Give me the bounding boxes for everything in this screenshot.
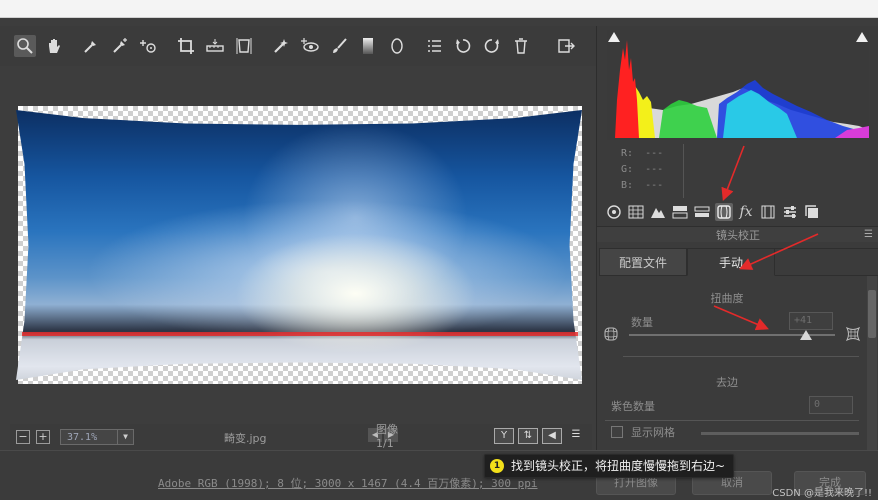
- show-grid-checkbox[interactable]: [611, 426, 623, 438]
- canvas-status-bar: − + 37.1% ▼ 畸变.jpg ◀ ▶ 图像 1/1 Y ⇅ ◀ ☰: [10, 423, 592, 450]
- lens-correction-icon[interactable]: [715, 203, 733, 221]
- red-eye-icon[interactable]: [299, 35, 321, 57]
- tab-profile[interactable]: 配置文件: [599, 248, 687, 276]
- tab-filler: [775, 248, 878, 276]
- r-value: ---: [645, 148, 664, 159]
- distortion-group-title: 扭曲度: [710, 292, 744, 305]
- b-label: B:: [621, 180, 634, 191]
- crop-icon[interactable]: [175, 35, 197, 57]
- image-counter: 图像 1/1: [376, 422, 398, 450]
- footer-bar: Adobe RGB (1998); 8 位; 3000 x 1467 (4.4 …: [0, 450, 878, 500]
- tone-curve-icon[interactable]: [627, 203, 645, 221]
- workflow-options-link[interactable]: Adobe RGB (1998); 8 位; 3000 x 1467 (4.4 …: [158, 475, 538, 491]
- toolbar: [0, 26, 596, 66]
- hsl-icon[interactable]: [671, 203, 689, 221]
- zoom-value: 37.1%: [67, 431, 98, 443]
- right-panel: R: --- G: --- B: --- fx 镜头校正 ☰ 配置文件 手动 扭…: [596, 26, 878, 450]
- presets-icon[interactable]: [781, 203, 799, 221]
- distortion-slider-thumb[interactable]: [800, 330, 813, 340]
- before-after-icon[interactable]: Y: [494, 428, 514, 444]
- grid-size-slider[interactable]: [701, 432, 859, 435]
- hand-tool-icon[interactable]: [43, 35, 65, 57]
- view-settings-icon[interactable]: ☰: [566, 428, 586, 444]
- snapshots-icon[interactable]: [803, 203, 821, 221]
- distorted-photo: [16, 110, 582, 380]
- barrel-distortion-icon: [604, 327, 618, 341]
- zoom-out-button[interactable]: −: [16, 430, 30, 444]
- distortion-amount-label: 数量: [631, 316, 653, 329]
- g-value: ---: [645, 164, 664, 175]
- panel-menu-icon[interactable]: ☰: [864, 229, 873, 240]
- zoom-tool-icon[interactable]: [14, 35, 36, 57]
- adjustment-brush-icon[interactable]: [328, 35, 350, 57]
- zoom-in-button[interactable]: +: [36, 430, 50, 444]
- white-balance-icon[interactable]: [80, 35, 102, 57]
- rotate-ccw-icon[interactable]: [452, 35, 474, 57]
- split-toning-icon[interactable]: [693, 203, 711, 221]
- scrollbar-thumb[interactable]: [868, 290, 876, 338]
- open-image-icon[interactable]: [555, 35, 577, 57]
- file-name: 畸变.jpg: [224, 432, 267, 445]
- pincushion-distortion-icon: [845, 326, 861, 342]
- chevron-down-icon: ▼: [117, 430, 133, 444]
- zoom-select[interactable]: 37.1% ▼: [60, 429, 134, 445]
- horizon-highlight: [22, 332, 578, 336]
- graduated-filter-icon[interactable]: [357, 35, 379, 57]
- spot-removal-icon[interactable]: [270, 35, 292, 57]
- camera-calibration-icon[interactable]: [759, 203, 777, 221]
- purple-amount-field[interactable]: 0: [809, 396, 853, 414]
- show-grid-label: 显示网格: [631, 426, 675, 439]
- b-value: ---: [645, 180, 664, 191]
- r-label: R:: [621, 148, 634, 159]
- swap-settings-icon[interactable]: ⇅: [518, 428, 538, 444]
- image-canvas[interactable]: [10, 66, 592, 424]
- effects-icon[interactable]: fx: [737, 203, 755, 221]
- preferences-icon[interactable]: [423, 35, 445, 57]
- lens-subtabs: 配置文件 手动: [599, 248, 878, 276]
- defringe-group-title: 去边: [716, 376, 738, 389]
- histogram: [607, 30, 869, 140]
- section-title-text: 镜头校正: [716, 229, 760, 242]
- step-badge: 1: [490, 459, 504, 473]
- watermark: CSDN @是我来晚了!!: [772, 488, 872, 499]
- section-divider: [623, 356, 859, 357]
- targeted-adjust-icon[interactable]: [138, 35, 160, 57]
- view-buttons: Y ⇅ ◀ ☰: [490, 428, 586, 444]
- readout-divider: [683, 144, 869, 198]
- g-label: G:: [621, 164, 634, 175]
- purple-amount-label: 紫色数量: [611, 400, 655, 413]
- section-title: 镜头校正 ☰: [597, 226, 878, 242]
- copy-settings-icon[interactable]: ◀: [542, 428, 562, 444]
- straighten-icon[interactable]: [204, 35, 226, 57]
- basic-panel-icon[interactable]: [605, 203, 623, 221]
- window-top-strip: [0, 0, 878, 18]
- panel-scrollbar[interactable]: [867, 276, 877, 450]
- tab-manual[interactable]: 手动: [687, 248, 775, 276]
- tooltip-text: 找到镜头校正，将扭曲度慢慢拖到右边~: [511, 459, 726, 473]
- rgb-readout: R: --- G: --- B: ---: [621, 146, 663, 194]
- distortion-amount-field[interactable]: +41: [789, 312, 833, 330]
- section-divider: [605, 420, 859, 421]
- detail-icon[interactable]: [649, 203, 667, 221]
- rotate-cw-icon[interactable]: [481, 35, 503, 57]
- trash-icon[interactable]: [510, 35, 532, 57]
- panel-tabs: fx: [597, 200, 878, 224]
- color-sampler-icon[interactable]: [109, 35, 131, 57]
- radial-filter-icon[interactable]: [386, 35, 408, 57]
- image-pager: ◀ ▶ 图像 1/1: [368, 423, 400, 450]
- transform-icon[interactable]: [233, 35, 255, 57]
- tutorial-tooltip: 1 找到镜头校正，将扭曲度慢慢拖到右边~: [484, 454, 735, 478]
